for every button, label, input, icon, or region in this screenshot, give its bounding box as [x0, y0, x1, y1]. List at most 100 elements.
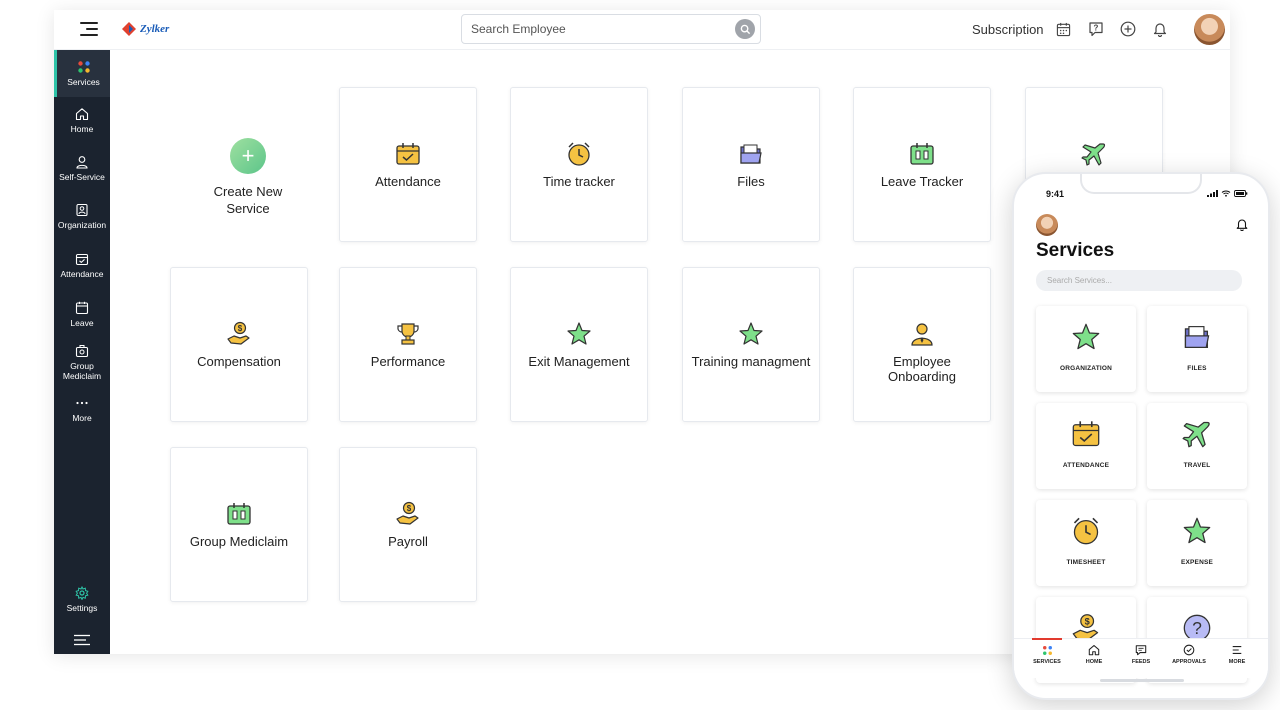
home-icon — [1074, 643, 1114, 657]
mediclaim-icon — [226, 500, 252, 528]
calendar-icon[interactable] — [1054, 20, 1072, 38]
search-input[interactable] — [471, 22, 721, 36]
phone-nav-approvals[interactable]: APPROVALS — [1169, 643, 1209, 665]
sidebar-item-label: Settings — [66, 603, 98, 613]
logo-text: Zylker — [140, 23, 170, 35]
user-icon — [54, 155, 110, 169]
home-icon — [54, 107, 110, 121]
phone-nav-label: HOME — [1085, 659, 1103, 665]
sidebar-item-leave[interactable]: Leave — [54, 301, 110, 328]
phone-card-expense[interactable]: EXPENSE — [1147, 500, 1247, 586]
service-card-label: Time tracker — [543, 174, 615, 189]
service-card-time-tracker[interactable]: Time tracker — [510, 87, 648, 242]
phone-card-label: ORGANIZATION — [1059, 365, 1113, 372]
service-card-label: Payroll — [388, 534, 428, 549]
folder-icon — [1147, 322, 1247, 352]
phone-card-organization[interactable]: ORGANIZATION — [1036, 306, 1136, 392]
service-card-label: Files — [737, 174, 765, 189]
phone-nav-services[interactable]: SERVICES — [1027, 638, 1067, 665]
menu-toggle-icon[interactable] — [80, 22, 98, 36]
help-icon[interactable]: ? — [1087, 20, 1105, 38]
service-card-payroll[interactable]: $ Payroll — [339, 447, 477, 602]
more-icon — [54, 396, 110, 410]
star-icon — [1036, 322, 1136, 352]
phone-nav-label: MORE — [1228, 659, 1246, 665]
sidebar-item-label: Leave — [70, 318, 94, 328]
attendance-icon — [1036, 419, 1136, 449]
travel-icon — [1147, 419, 1247, 449]
sidebar-item-attendance[interactable]: Attendance — [54, 252, 110, 279]
clock-icon — [1036, 516, 1136, 546]
phone-card-files[interactable]: FILES — [1147, 306, 1247, 392]
phone-nav-label: APPROVALS — [1172, 659, 1206, 665]
phone-card-travel[interactable]: TRAVEL — [1147, 403, 1247, 489]
employee-icon — [909, 320, 935, 348]
mobile-app-mockup: 9:41 Services Search Services... ORGANIZ… — [1012, 172, 1270, 700]
service-card-employee-onboarding[interactable]: Employee Onboarding — [853, 267, 991, 422]
phone-nav-feeds[interactable]: FEEDS — [1121, 643, 1161, 665]
bell-icon[interactable] — [1236, 218, 1248, 236]
service-card-attendance[interactable]: Attendance — [339, 87, 477, 242]
gear-icon — [54, 586, 110, 600]
sidebar-item-label: Attendance — [60, 269, 104, 279]
sidebar: Services Home Self-Service Organization … — [54, 50, 110, 654]
service-card-compensation[interactable]: $ Compensation — [170, 267, 308, 422]
service-card-label: Training managment — [691, 354, 811, 369]
phone-card-attendance[interactable]: ATTENDANCE — [1036, 403, 1136, 489]
service-card-label: Exit Management — [528, 354, 630, 369]
add-icon[interactable] — [1119, 20, 1137, 38]
star-icon — [566, 320, 592, 348]
sidebar-item-organization[interactable]: Organization — [54, 203, 110, 230]
more-icon — [1217, 643, 1257, 657]
service-card-label: Group Mediclaim — [189, 534, 289, 549]
service-card-performance[interactable]: Performance — [339, 267, 477, 422]
money-hand-icon: $ — [395, 500, 421, 528]
sidebar-collapse-icon[interactable] — [54, 634, 110, 648]
sidebar-item-home[interactable]: Home — [54, 107, 110, 134]
phone-nav-label: FEEDS — [1131, 659, 1151, 665]
sidebar-item-label: More — [72, 413, 92, 423]
money-hand-icon: $ — [226, 320, 252, 348]
sidebar-item-settings[interactable]: Settings — [54, 586, 110, 613]
phone-nav-home[interactable]: HOME — [1074, 643, 1114, 665]
subscription-link[interactable]: Subscription — [972, 22, 1044, 37]
search-icon[interactable] — [735, 19, 755, 39]
star-icon — [1147, 516, 1247, 546]
sidebar-item-label: Group Mediclaim — [62, 361, 102, 381]
phone-bottom-nav: SERVICES HOME FEEDS APPROVALS MORE — [1014, 638, 1268, 678]
trophy-icon — [395, 320, 421, 348]
create-new-service-label: Create New Service — [213, 184, 283, 216]
sidebar-item-services[interactable]: Services — [54, 50, 110, 97]
phone-card-timesheet[interactable]: TIMESHEET — [1036, 500, 1136, 586]
apps-icon — [1027, 643, 1067, 657]
create-new-service-button[interactable]: + Create New Service — [193, 138, 303, 217]
sidebar-item-label: Home — [70, 124, 94, 134]
organization-icon — [54, 203, 110, 217]
user-avatar[interactable] — [1194, 14, 1225, 45]
service-card-files[interactable]: Files — [682, 87, 820, 242]
add-icon: + — [230, 138, 266, 174]
svg-text:$: $ — [238, 324, 243, 333]
sidebar-item-group-mediclaim[interactable]: Group Mediclaim — [54, 344, 110, 381]
service-card-training[interactable]: Training managment — [682, 267, 820, 422]
sidebar-item-self-service[interactable]: Self-Service — [54, 155, 110, 182]
zylker-logo-icon — [122, 22, 136, 36]
sidebar-item-more[interactable]: More — [54, 396, 110, 423]
phone-card-label: TRAVEL — [1183, 462, 1211, 469]
service-card-leave-tracker[interactable]: Leave Tracker — [853, 87, 991, 242]
folder-icon — [738, 140, 764, 168]
sidebar-item-label: Organization — [57, 220, 107, 230]
service-card-label: Compensation — [197, 354, 281, 369]
phone-nav-more[interactable]: MORE — [1217, 643, 1257, 665]
leave-tracker-icon — [909, 140, 935, 168]
service-card-group-mediclaim[interactable]: Group Mediclaim — [170, 447, 308, 602]
service-card-exit-management[interactable]: Exit Management — [510, 267, 648, 422]
bell-icon[interactable] — [1151, 20, 1169, 38]
service-card-label: Employee Onboarding — [888, 354, 956, 384]
approvals-icon — [1169, 643, 1209, 657]
service-card-label: Attendance — [375, 174, 441, 189]
phone-user-avatar[interactable] — [1036, 214, 1058, 236]
phone-nav-label: SERVICES — [1033, 659, 1061, 665]
phone-search-input[interactable]: Search Services... — [1036, 270, 1242, 291]
logo[interactable]: Zylker — [121, 21, 169, 37]
